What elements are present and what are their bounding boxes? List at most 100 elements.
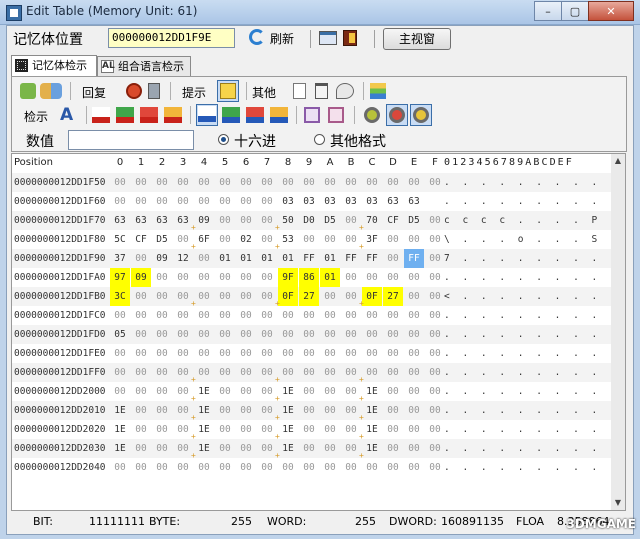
byte-cell[interactable]: 00: [404, 306, 424, 325]
byte-cell[interactable]: 00: [194, 249, 214, 268]
byte-cell[interactable]: 00: [341, 420, 361, 439]
wand-icon[interactable]: [20, 83, 36, 99]
byte-cell[interactable]: 00: [257, 420, 277, 439]
byte-cell[interactable]: D0: [299, 211, 319, 230]
byte-cell[interactable]: 01: [236, 249, 256, 268]
byte-cell[interactable]: 00: [425, 230, 445, 249]
hex-grid[interactable]: Position 0123456789ABCDEF 0123456789ABCD…: [11, 153, 613, 511]
byte-cell[interactable]: 00: [236, 420, 256, 439]
byte-cell[interactable]: 00: [236, 344, 256, 363]
byte-cell[interactable]: 1E: [194, 401, 214, 420]
byte-cell[interactable]: 00: [257, 192, 277, 211]
byte-cell[interactable]: 00: [152, 401, 172, 420]
byte-cell[interactable]: 00: [341, 268, 361, 287]
byte-cell[interactable]: 09: [131, 268, 151, 287]
byte-cell[interactable]: 63: [173, 211, 193, 230]
tab-assembly-view[interactable]: AL 组合语言检示: [97, 56, 191, 76]
byte-cell[interactable]: 00: [194, 458, 214, 477]
byte-cell[interactable]: 00: [257, 344, 277, 363]
byte-cell[interactable]: 00: [194, 325, 214, 344]
byte-cell[interactable]: 00: [236, 382, 256, 401]
hex-row[interactable]: 0000000012DD1F50 00 00 00 00 00 00 00 00 00 00 00 00…: [12, 173, 612, 192]
byte-cell[interactable]: 00: [215, 268, 235, 287]
byte-cell[interactable]: 00: [236, 211, 256, 230]
byte-cell[interactable]: 00: [215, 363, 235, 382]
byte-cell[interactable]: 00: [383, 173, 403, 192]
byte-cell[interactable]: 00: [425, 211, 445, 230]
byte-cell[interactable]: 00: [215, 344, 235, 363]
byte-cell[interactable]: 63: [110, 211, 130, 230]
byte-cell[interactable]: 00: [236, 173, 256, 192]
byte-cell[interactable]: 00: [299, 439, 319, 458]
byte-cell[interactable]: 00: [383, 325, 403, 344]
byte-cell[interactable]: 00: [257, 230, 277, 249]
byte-cell[interactable]: 00: [404, 268, 424, 287]
byte-cell[interactable]: 00: [404, 363, 424, 382]
dec-icon[interactable]: [92, 107, 110, 123]
byte-cell[interactable]: 00: [215, 192, 235, 211]
byte-cell[interactable]: 00: [404, 287, 424, 306]
byte-cell[interactable]: 00: [383, 344, 403, 363]
hex-row[interactable]: 0000000012DD1F60 00 00 00 00 00 00 00 00 03 03 03 03…: [12, 192, 612, 211]
byte-cell[interactable]: 00: [383, 249, 403, 268]
byte-cell[interactable]: 00: [173, 287, 193, 306]
byte-cell[interactable]: 00: [131, 249, 151, 268]
byte-cell[interactable]: 01: [257, 249, 277, 268]
byte-cell[interactable]: 00: [131, 439, 151, 458]
byte-cell[interactable]: 03: [299, 192, 319, 211]
byte-cell[interactable]: 00: [341, 306, 361, 325]
byte-cell[interactable]: 1E: [362, 382, 382, 401]
byte-cell[interactable]: 00: [173, 230, 193, 249]
hint-toggle[interactable]: [217, 80, 239, 102]
byte-cell[interactable]: 00: [131, 192, 151, 211]
circle-toggle[interactable]: [386, 104, 408, 126]
byte-cell[interactable]: 00: [278, 363, 298, 382]
byte-cell[interactable]: 00: [215, 439, 235, 458]
byte-cell[interactable]: 00: [362, 344, 382, 363]
byte-cell[interactable]: 01: [278, 249, 298, 268]
title-bar[interactable]: Edit Table (Memory Unit: 61) – ▢ ✕: [0, 0, 640, 25]
byte-cell[interactable]: 00: [257, 325, 277, 344]
byte-cell[interactable]: 00: [236, 325, 256, 344]
byte-cell[interactable]: FF: [299, 249, 319, 268]
byte-cell[interactable]: 00: [131, 344, 151, 363]
byte-cell[interactable]: 1E: [278, 439, 298, 458]
byte-cell[interactable]: 00: [425, 439, 445, 458]
byte-cell[interactable]: 00: [341, 211, 361, 230]
group-icon[interactable]: [40, 83, 62, 99]
byte-cell[interactable]: 9F: [278, 268, 298, 287]
byte-cell[interactable]: 00: [278, 306, 298, 325]
byte-cell[interactable]: 00: [173, 420, 193, 439]
byte-cell[interactable]: 03: [362, 192, 382, 211]
byte-cell[interactable]: 00: [152, 173, 172, 192]
hex-radio[interactable]: [218, 134, 229, 145]
byte-cell[interactable]: 00: [173, 401, 193, 420]
byte-cell[interactable]: 00: [131, 382, 151, 401]
byte-cell[interactable]: 01: [320, 249, 340, 268]
byte-cell[interactable]: FF: [341, 249, 361, 268]
byte-cell[interactable]: 00: [152, 382, 172, 401]
byte-cell[interactable]: 00: [362, 325, 382, 344]
byte-cell[interactable]: 63: [383, 192, 403, 211]
byte-cell[interactable]: 03: [278, 192, 298, 211]
byte-cell[interactable]: 00: [320, 287, 340, 306]
byte-cell[interactable]: 00: [278, 173, 298, 192]
byte-cell[interactable]: 00: [257, 268, 277, 287]
byte-cell[interactable]: 01: [320, 268, 340, 287]
byte-cell[interactable]: 00: [404, 382, 424, 401]
byte-cell[interactable]: 00: [341, 363, 361, 382]
byte-cell[interactable]: 00: [152, 325, 172, 344]
byte-cell[interactable]: 00: [215, 382, 235, 401]
book-icon[interactable]: [343, 30, 357, 46]
byte-cell[interactable]: 05: [110, 325, 130, 344]
byte-cell[interactable]: 00: [341, 173, 361, 192]
byte-cell[interactable]: 00: [131, 401, 151, 420]
byte-cell[interactable]: 00: [236, 458, 256, 477]
other-format-radio-label[interactable]: 其他格式: [330, 131, 386, 151]
byte-cell[interactable]: 00: [257, 363, 277, 382]
byte-cell[interactable]: D5: [152, 230, 172, 249]
scroll-down-icon[interactable]: ▼: [613, 498, 623, 508]
byte-cell[interactable]: 12: [173, 249, 193, 268]
hex-row[interactable]: 0000000012DD1F90 37 00 09 12 00 01 01 01 01 FF 01 FF…: [12, 249, 612, 268]
byte-cell[interactable]: 00: [215, 325, 235, 344]
